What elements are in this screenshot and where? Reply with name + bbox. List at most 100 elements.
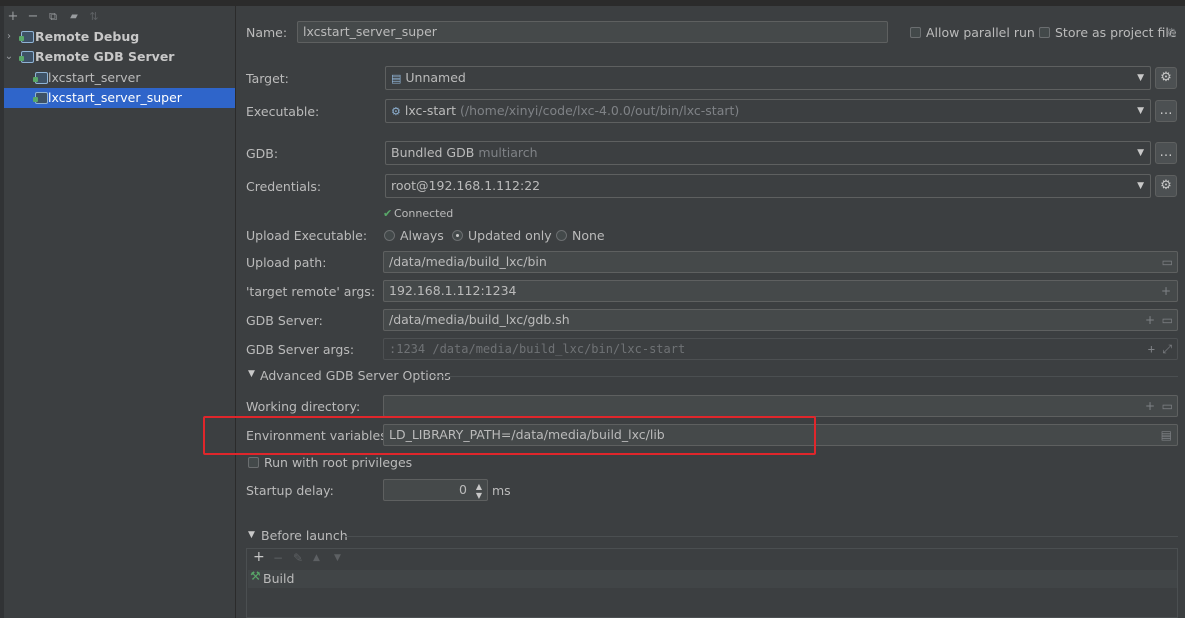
target-select[interactable]: ▤ Unnamed ▼ [385, 66, 1151, 90]
target-icon: ▤ [391, 72, 402, 85]
upload-path-value: /data/media/build_lxc/bin [389, 254, 547, 269]
root-privileges-label[interactable]: Run with root privileges [264, 455, 412, 470]
name-input[interactable]: lxcstart_server_super [297, 21, 888, 43]
build-task-label: Build [263, 571, 295, 586]
folder-icon[interactable]: ▭ [1162, 396, 1173, 416]
spinner-arrows-icon[interactable]: ▲ ▼ [471, 479, 488, 501]
gdb-browse-button[interactable]: … [1155, 142, 1177, 164]
section-divider [345, 536, 1178, 537]
run-config-sidebar: + − ⧉ ▰ ⇅ › Remote Debug ⌄ Remote GDB Se… [0, 6, 236, 618]
gdb-server-args-input: :1234 /data/media/build_lxc/bin/lxc-star… [383, 338, 1178, 360]
advanced-options-header[interactable]: Advanced GDB Server Options [260, 368, 451, 383]
gear-icon[interactable]: ⚙ [1166, 25, 1177, 40]
tree-item-label: Remote GDB Server [35, 49, 175, 64]
credentials-settings-gear-icon[interactable]: ⚙ [1155, 175, 1177, 197]
credentials-value: root@192.168.1.112:22 [391, 178, 541, 193]
remove-icon[interactable]: − [25, 9, 41, 25]
copy-icon[interactable]: ⧉ [45, 9, 61, 25]
folder-icon[interactable]: ▭ [1162, 310, 1173, 330]
section-divider [433, 376, 1178, 377]
startup-delay-input[interactable]: 0 [383, 479, 472, 501]
root-privileges-checkbox[interactable] [248, 457, 259, 468]
checkmark-icon: ✔ [383, 207, 393, 220]
insert-macro-plus-icon[interactable]: + [1145, 396, 1155, 416]
radio-updated-only-label[interactable]: Updated only [468, 228, 552, 243]
executable-value: lxc-start [404, 103, 457, 118]
executable-browse-button[interactable]: … [1155, 100, 1177, 122]
chevron-down-icon: ▼ [1137, 73, 1144, 83]
radio-updated-only[interactable] [452, 230, 463, 241]
allow-parallel-checkbox[interactable] [910, 27, 921, 38]
working-dir-label: Working directory: [246, 399, 361, 414]
tree-item-lxcstart-server-super[interactable]: lxcstart_server_super [0, 88, 235, 108]
edit-list-icon[interactable]: ▤ [1161, 425, 1172, 445]
upload-exec-label: Upload Executable: [246, 228, 368, 243]
folder-icon[interactable]: ▭ [1162, 252, 1173, 272]
target-remote-label: 'target remote' args: [246, 284, 376, 299]
move-up-icon[interactable]: ▲ [313, 553, 320, 563]
chevron-down-icon: ▼ [1137, 148, 1144, 158]
move-down-icon[interactable]: ▼ [334, 553, 341, 563]
store-project-checkbox[interactable] [1039, 27, 1050, 38]
gdb-server-args-value: :1234 /data/media/build_lxc/bin/lxc-star… [389, 342, 686, 356]
chevron-down-icon[interactable]: ▼ [248, 369, 255, 379]
target-remote-input[interactable]: 192.168.1.112:1234 + [383, 280, 1178, 302]
gdb-server-value: /data/media/build_lxc/gdb.sh [389, 312, 570, 327]
executable-path: (/home/xinyi/code/lxc-4.0.0/out/bin/lxc-… [460, 103, 740, 118]
insert-macro-plus-icon: + [1147, 342, 1155, 356]
add-icon[interactable]: + [5, 9, 21, 25]
executable-icon: ⚙ [391, 105, 401, 118]
insert-macro-plus-icon[interactable]: + [1145, 310, 1155, 330]
expand-icon: ⤢ [1162, 342, 1172, 356]
allow-parallel-label[interactable]: Allow parallel run [926, 25, 1035, 40]
chevron-down-icon: ▼ [1137, 181, 1144, 191]
add-task-icon[interactable]: + [253, 549, 265, 565]
credentials-select[interactable]: root@192.168.1.112:22 ▼ [385, 174, 1151, 198]
target-remote-value: 192.168.1.112:1234 [389, 283, 517, 298]
target-settings-gear-icon[interactable]: ⚙ [1155, 67, 1177, 89]
working-dir-input[interactable]: + ▭ [383, 395, 1178, 417]
tree-item-label: lxcstart_server [48, 70, 141, 85]
sort-icon[interactable]: ⇅ [86, 9, 102, 25]
radio-always[interactable] [384, 230, 395, 241]
config-icon [33, 92, 48, 104]
gdb-label: GDB: [246, 146, 279, 161]
radio-none-label[interactable]: None [572, 228, 605, 243]
remove-task-icon[interactable]: − [273, 551, 283, 565]
radio-none[interactable] [556, 230, 567, 241]
tree-item-remote-gdb-server[interactable]: ⌄ Remote GDB Server [0, 47, 235, 67]
tree-item-label: lxcstart_server_super [48, 90, 182, 105]
chevron-right-icon[interactable]: › [3, 27, 15, 47]
store-project-label[interactable]: Store as project file [1055, 25, 1177, 40]
window-edge [0, 6, 4, 618]
gdb-value: Bundled GDB [391, 145, 475, 160]
highlight-annotation [203, 416, 816, 455]
gdb-server-label: GDB Server: [246, 313, 323, 328]
chevron-down-icon[interactable]: ⌄ [3, 47, 15, 67]
expand-plus-icon[interactable]: + [1161, 281, 1171, 301]
before-launch-list: + − ✎ ▲ ▼ ⚒ Build [246, 548, 1178, 618]
list-item[interactable]: ⚒ Build [248, 569, 1177, 588]
before-launch-header[interactable]: Before launch [261, 528, 348, 543]
name-label: Name: [246, 25, 288, 40]
chevron-down-icon: ▼ [1137, 106, 1144, 116]
gdb-select[interactable]: Bundled GDB multiarch ▼ [385, 141, 1151, 165]
radio-always-label[interactable]: Always [400, 228, 444, 243]
tree-item-remote-debug[interactable]: › Remote Debug [0, 27, 235, 47]
target-value: Unnamed [405, 70, 466, 85]
gdb-suffix: multiarch [478, 145, 538, 160]
target-label: Target: [246, 71, 289, 86]
config-icon [33, 72, 48, 84]
gdb-server-args-label: GDB Server args: [246, 342, 355, 357]
upload-path-input[interactable]: /data/media/build_lxc/bin ▭ [383, 251, 1178, 273]
gdb-server-input[interactable]: /data/media/build_lxc/gdb.sh + ▭ [383, 309, 1178, 331]
chevron-down-icon[interactable]: ▼ [248, 530, 255, 540]
tree-item-lxcstart-server[interactable]: lxcstart_server [0, 68, 235, 88]
executable-label: Executable: [246, 104, 320, 119]
edit-task-pencil-icon[interactable]: ✎ [293, 551, 303, 565]
hammer-icon: ⚒ [250, 569, 261, 583]
folder-icon[interactable]: ▰ [66, 9, 82, 25]
upload-path-label: Upload path: [246, 255, 327, 270]
executable-select[interactable]: ⚙ lxc-start (/home/xinyi/code/lxc-4.0.0/… [385, 99, 1151, 123]
remote-debug-icon [19, 31, 34, 43]
